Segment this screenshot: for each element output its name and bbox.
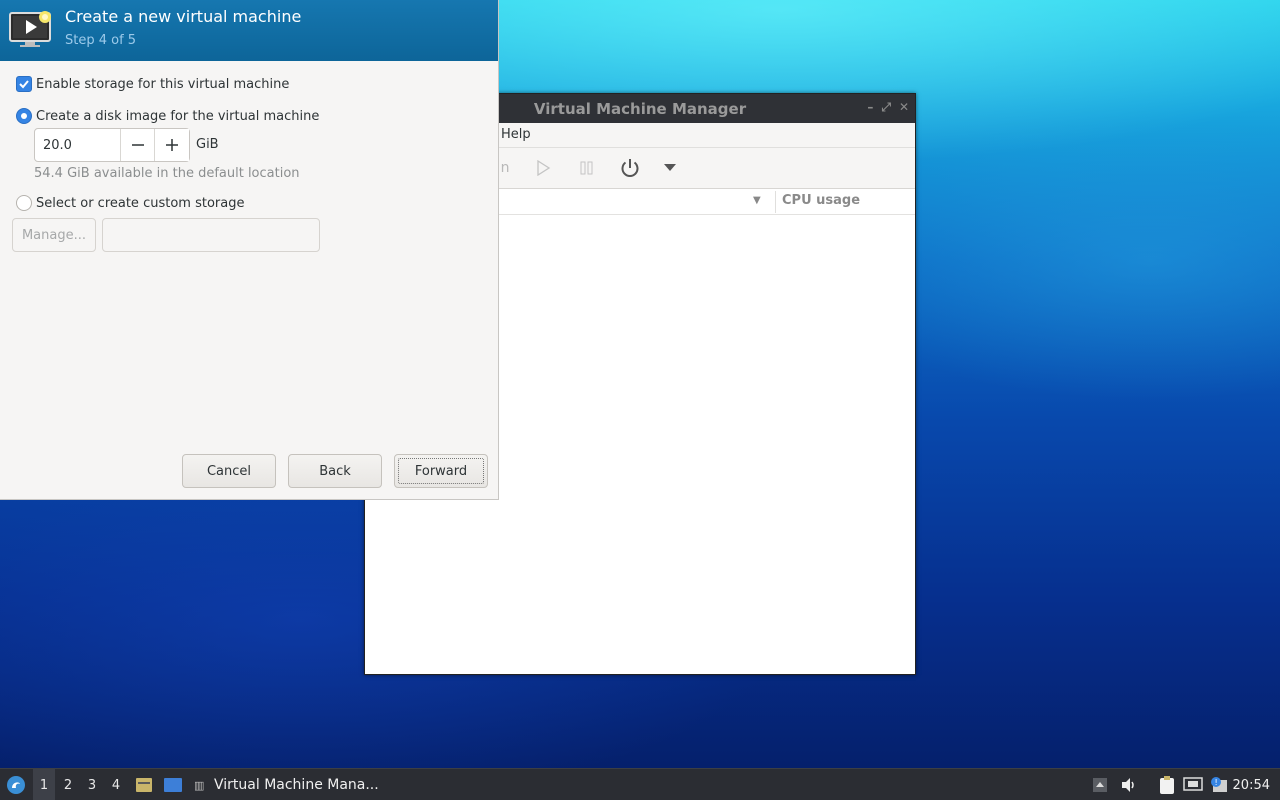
- increment-button[interactable]: [154, 129, 189, 161]
- back-button[interactable]: Back: [288, 454, 382, 488]
- create-disk-row[interactable]: Create a disk image for the virtual mach…: [16, 108, 319, 124]
- desktop-icon[interactable]: [162, 769, 184, 800]
- taskbar-task-vmm[interactable]: ▥ Virtual Machine Mana...: [190, 769, 390, 800]
- file-manager-icon[interactable]: [134, 769, 154, 800]
- workspace-1[interactable]: 1: [33, 769, 55, 800]
- create-disk-radio[interactable]: [16, 108, 32, 124]
- minimize-icon[interactable]: –: [867, 100, 873, 115]
- update-notifier-icon[interactable]: !: [1208, 769, 1230, 800]
- wizard-step: Step 4 of 5: [65, 33, 137, 48]
- close-icon[interactable]: ✕: [899, 100, 909, 115]
- volume-icon[interactable]: [1118, 769, 1140, 800]
- clock[interactable]: 20:54: [1233, 769, 1270, 800]
- workspace-4[interactable]: 4: [105, 769, 127, 800]
- network-icon[interactable]: [1182, 769, 1204, 800]
- new-vm-wizard: Create a new virtual machine Step 4 of 5…: [0, 0, 499, 500]
- taskbar: 1 2 3 4 ▥ Virtual Machine Mana... ! 20:5…: [0, 768, 1280, 800]
- tray-expand-icon[interactable]: [1090, 769, 1110, 800]
- pause-icon[interactable]: [575, 156, 599, 180]
- wizard-header: Create a new virtual machine Step 4 of 5: [0, 0, 498, 61]
- enable-storage-row[interactable]: Enable storage for this virtual machine: [16, 76, 289, 92]
- manage-button[interactable]: Manage...: [12, 218, 96, 252]
- maximize-icon[interactable]: ⤢: [881, 100, 891, 115]
- start-menu-icon[interactable]: [4, 769, 28, 800]
- menu-help[interactable]: Help: [501, 127, 531, 142]
- disk-size-stepper[interactable]: 20.0: [34, 128, 190, 162]
- custom-storage-radio[interactable]: [16, 195, 32, 211]
- forward-button[interactable]: Forward: [394, 454, 488, 488]
- run-icon[interactable]: [531, 156, 555, 180]
- chevron-down-icon[interactable]: [658, 156, 682, 180]
- sort-arrow-icon[interactable]: ▼: [753, 195, 761, 206]
- cancel-button[interactable]: Cancel: [182, 454, 276, 488]
- monitor-icon: [8, 9, 54, 49]
- workspace-2[interactable]: 2: [57, 769, 79, 800]
- workspace-3[interactable]: 3: [81, 769, 103, 800]
- wizard-title: Create a new virtual machine: [65, 7, 302, 26]
- forward-label: Forward: [414, 463, 468, 479]
- vmm-title: Virtual Machine Manager: [533, 99, 747, 118]
- decrement-button[interactable]: [119, 129, 155, 161]
- column-separator: [775, 191, 776, 213]
- svg-text:!: !: [1215, 778, 1218, 787]
- enable-storage-label: Enable storage for this virtual machine: [36, 76, 290, 92]
- enable-storage-checkbox[interactable]: [16, 76, 32, 92]
- custom-storage-label: Select or create custom storage: [36, 195, 245, 211]
- available-space-text: 54.4 GiB available in the default locati…: [34, 166, 300, 181]
- power-icon[interactable]: [618, 156, 642, 180]
- vmm-app-icon: ▥: [194, 778, 205, 792]
- disk-unit-label: GiB: [196, 137, 219, 152]
- task-label: Virtual Machine Mana...: [214, 777, 379, 793]
- disk-size-input[interactable]: 20.0: [35, 129, 120, 161]
- custom-storage-path-input[interactable]: [102, 218, 320, 252]
- create-disk-label: Create a disk image for the virtual mach…: [36, 108, 320, 124]
- clipboard-icon[interactable]: [1156, 769, 1178, 800]
- column-cpu-usage[interactable]: CPU usage: [782, 193, 860, 208]
- custom-storage-row[interactable]: Select or create custom storage: [16, 195, 244, 211]
